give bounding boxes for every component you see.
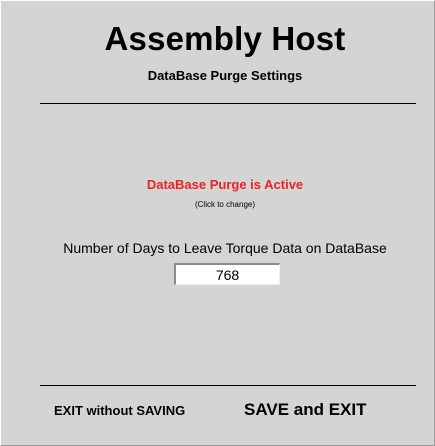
app-title: Assembly Host — [104, 20, 346, 57]
top-divider — [40, 103, 416, 104]
bottom-divider — [40, 385, 416, 386]
purge-status-toggle[interactable]: DataBase Purge is Active — [0, 176, 435, 194]
days-to-keep-label: Number of Days to Leave Torque Data on D… — [63, 240, 387, 256]
click-to-change-hint: (Click to change) — [194, 200, 256, 209]
exit-without-saving-button[interactable]: EXIT without SAVING — [54, 401, 185, 421]
page-subtitle: DataBase Purge Settings — [147, 68, 303, 83]
save-and-exit-button[interactable]: SAVE and EXIT — [244, 399, 367, 421]
days-to-keep-input[interactable] — [174, 263, 280, 285]
